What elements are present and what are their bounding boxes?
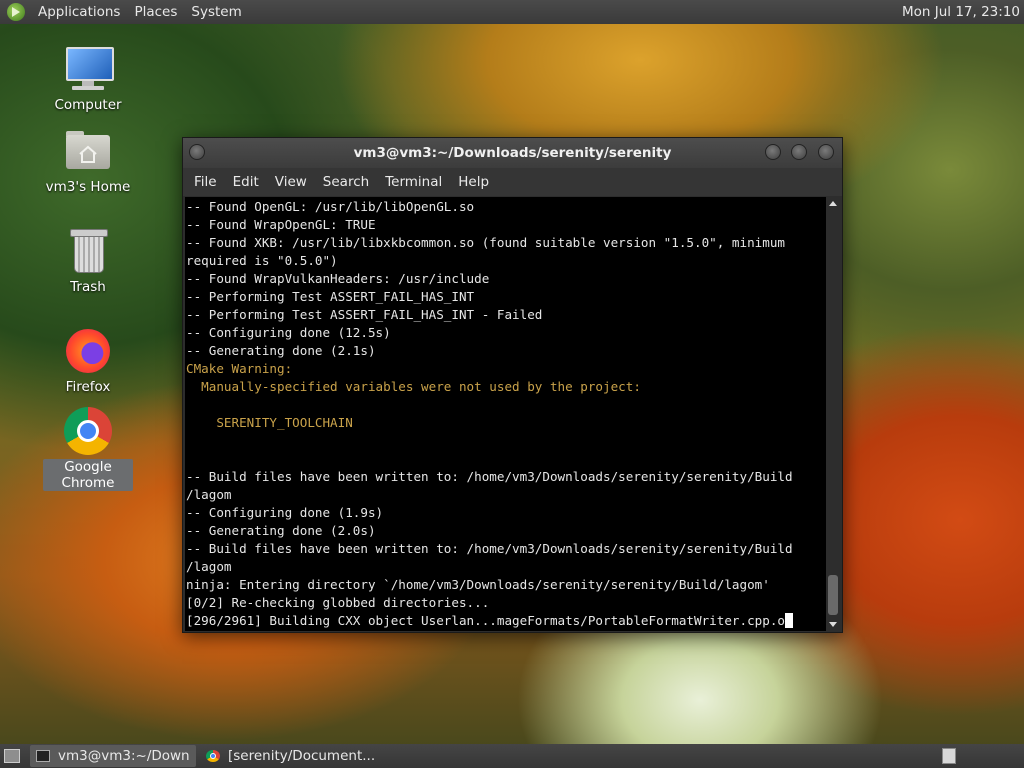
desktop-icon-firefox[interactable]: Firefox bbox=[43, 327, 133, 395]
taskbar-item-label: [serenity/Document... bbox=[228, 748, 374, 764]
bottom-panel: vm3@vm3:~/Downl... [serenity/Document... bbox=[0, 744, 1024, 768]
window-title: vm3@vm3:~/Downloads/serenity/serenity bbox=[353, 145, 672, 161]
terminal-line: -- Generating done (2.1s) bbox=[186, 343, 376, 358]
desktop-icon-label: Trash bbox=[70, 279, 106, 295]
terminal-line: -- Configuring done (12.5s) bbox=[186, 325, 391, 340]
desktop-icon-label: Computer bbox=[54, 97, 122, 113]
terminal-line: Manually-specified variables were not us… bbox=[186, 379, 641, 394]
scroll-down-arrow-icon[interactable] bbox=[829, 622, 837, 627]
terminal-cursor bbox=[784, 613, 793, 628]
terminal-line: -- Build files have been written to: /ho… bbox=[186, 469, 793, 484]
terminal-scrollbar[interactable] bbox=[826, 197, 840, 631]
terminal-line: [0/2] Re-checking globbed directories... bbox=[186, 595, 490, 610]
menu-terminal[interactable]: Terminal bbox=[377, 174, 450, 190]
mate-logo-icon[interactable] bbox=[7, 3, 25, 21]
terminal-menubar: File Edit View Search Terminal Help bbox=[183, 168, 842, 196]
menu-search[interactable]: Search bbox=[315, 174, 377, 190]
terminal-line: -- Generating done (2.0s) bbox=[186, 523, 376, 538]
terminal-line: -- Build files have been written to: /ho… bbox=[186, 541, 793, 556]
desktop-icon-label: vm3's Home bbox=[45, 179, 131, 195]
terminal-line: [296/2961] Building CXX object Userlan..… bbox=[186, 612, 826, 630]
close-button[interactable] bbox=[818, 144, 834, 160]
terminal-line: -- Found XKB: /usr/lib/libxkbcommon.so (… bbox=[186, 235, 785, 250]
menu-view[interactable]: View bbox=[267, 174, 315, 190]
places-menu[interactable]: Places bbox=[127, 4, 184, 20]
chrome-icon bbox=[64, 407, 112, 455]
clock[interactable]: Mon Jul 17, 23:10 bbox=[902, 4, 1024, 20]
desktop-icon-trash[interactable]: Trash bbox=[43, 227, 133, 295]
show-desktop-icon[interactable] bbox=[4, 749, 20, 763]
terminal-line: /lagom bbox=[186, 487, 232, 502]
terminal-line: -- Configuring done (1.9s) bbox=[186, 505, 384, 520]
taskbar-item-terminal[interactable]: vm3@vm3:~/Downl... bbox=[30, 745, 196, 767]
terminal-lines: -- Found OpenGL: /usr/lib/libOpenGL.so --… bbox=[185, 197, 826, 630]
taskbar-item-chrome[interactable]: [serenity/Document... bbox=[200, 745, 380, 767]
terminal-line: -- Performing Test ASSERT_FAIL_HAS_INT bbox=[186, 289, 475, 304]
maximize-button[interactable] bbox=[791, 144, 807, 160]
desktop-icon-label: Google Chrome bbox=[43, 459, 133, 491]
menu-edit[interactable]: Edit bbox=[225, 174, 267, 190]
menu-help[interactable]: Help bbox=[450, 174, 497, 190]
firefox-icon bbox=[64, 327, 112, 375]
terminal-line: -- Found WrapVulkanHeaders: /usr/include bbox=[186, 271, 490, 286]
desktop-icon-label: Firefox bbox=[65, 379, 111, 395]
window-titlebar[interactable]: vm3@vm3:~/Downloads/serenity/serenity bbox=[183, 138, 842, 168]
scroll-up-arrow-icon[interactable] bbox=[829, 201, 837, 206]
terminal-line: -- Found OpenGL: /usr/lib/libOpenGL.so bbox=[186, 199, 475, 214]
minimize-button[interactable] bbox=[765, 144, 781, 160]
terminal-icon bbox=[36, 750, 50, 762]
terminal-line: -- Found WrapOpenGL: TRUE bbox=[186, 217, 376, 232]
scrollbar-thumb[interactable] bbox=[828, 575, 838, 615]
terminal-line: SERENITY_TOOLCHAIN bbox=[186, 415, 353, 430]
workspace-switcher[interactable] bbox=[942, 748, 956, 764]
menu-file[interactable]: File bbox=[186, 174, 225, 190]
terminal-window[interactable]: vm3@vm3:~/Downloads/serenity/serenity Fi… bbox=[182, 137, 843, 633]
home-folder-icon bbox=[64, 127, 112, 175]
computer-icon bbox=[64, 45, 114, 93]
terminal-line: /lagom bbox=[186, 559, 232, 574]
desktop-icon-google-chrome[interactable]: Google Chrome bbox=[43, 407, 133, 491]
terminal-line: CMake Warning: bbox=[186, 361, 293, 376]
system-menu[interactable]: System bbox=[184, 4, 248, 20]
chrome-icon bbox=[206, 750, 220, 762]
desktop-icon-computer[interactable]: Computer bbox=[43, 45, 133, 113]
taskbar-item-label: vm3@vm3:~/Downl... bbox=[58, 748, 190, 764]
terminal-output[interactable]: -- Found OpenGL: /usr/lib/libOpenGL.so --… bbox=[185, 197, 826, 631]
applications-menu[interactable]: Applications bbox=[31, 4, 127, 20]
terminal-line: -- Performing Test ASSERT_FAIL_HAS_INT -… bbox=[186, 307, 543, 322]
terminal-line: ninja: Entering directory `/home/vm3/Dow… bbox=[186, 577, 770, 592]
window-menu-button[interactable] bbox=[189, 144, 205, 160]
trash-icon bbox=[64, 227, 112, 275]
terminal-line: required is "0.5.0") bbox=[186, 253, 338, 268]
desktop-icon-home[interactable]: vm3's Home bbox=[43, 127, 133, 195]
top-panel: Applications Places System Mon Jul 17, 2… bbox=[0, 0, 1024, 24]
